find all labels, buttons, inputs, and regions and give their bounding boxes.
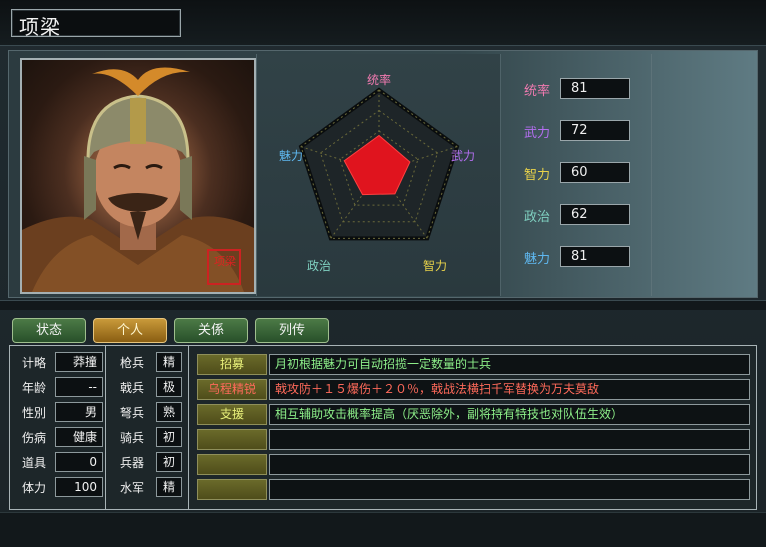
radar-axis-label: 统率	[367, 72, 391, 87]
troop-aptitude: 极	[156, 377, 182, 397]
skill-row[interactable]	[197, 479, 752, 500]
character-screen: 项梁 项梁 统率 武力 智力 政治 魅力 统率 81 武力 72 智力 60 政…	[0, 0, 766, 547]
character-portrait: 项梁	[20, 58, 256, 294]
skill-name	[197, 454, 267, 475]
bottom-strip	[0, 512, 766, 547]
attribute-label: 道具	[21, 456, 46, 470]
skill-description	[269, 454, 750, 475]
radar-axis-label: 魅力	[279, 148, 303, 163]
character-name-box: 项梁	[11, 9, 181, 39]
skill-description: 戟攻防＋１５爆伤＋２０％，戟战法横扫千军替换为万夫莫敌	[269, 379, 750, 400]
attribute-value: 健康	[55, 427, 103, 447]
stat-row: 武力 72	[520, 120, 640, 142]
stat-label: 政治	[523, 210, 550, 225]
stats-panel: 统率 81 武力 72 智力 60 政治 62 魅力 81	[502, 54, 652, 296]
radar-axis-label: 武力	[451, 149, 475, 163]
skill-description	[269, 429, 750, 450]
stats-radar-chart: 统率武力智力 政治 魅力	[279, 72, 475, 273]
stat-row: 统率 81	[520, 78, 640, 100]
skill-row[interactable]	[197, 454, 752, 475]
skill-row[interactable]	[197, 429, 752, 450]
seal-stamp: 项梁	[214, 255, 236, 268]
skill-description: 相互辅助攻击概率提高（厌恶除外，副将持有特技也对队伍生效）	[269, 404, 750, 425]
troop-label: 戟兵	[119, 381, 144, 395]
troop-aptitude: 初	[156, 452, 182, 472]
skill-name	[197, 479, 267, 500]
troop-label: 水军	[119, 481, 144, 495]
skill-row[interactable]: 招募 月初根据魅力可自动招揽一定数量的士兵	[197, 354, 752, 375]
stat-label: 统率	[523, 84, 550, 99]
attribute-value: 0	[55, 452, 103, 472]
skill-name: 支援	[197, 404, 267, 425]
troop-label: 枪兵	[119, 356, 144, 370]
attribute-label: 伤病	[21, 431, 46, 445]
troop-label: 弩兵	[119, 406, 144, 420]
tab-1[interactable]: 个人	[93, 318, 167, 343]
stat-value: 60	[560, 162, 630, 183]
troop-aptitude: 精	[156, 477, 182, 497]
column-divider	[188, 346, 189, 509]
tab-0[interactable]: 状态	[12, 318, 86, 343]
stat-row: 魅力 81	[520, 246, 640, 268]
stat-row: 政治 62	[520, 204, 640, 226]
skill-name	[197, 429, 267, 450]
skill-name: 乌程精锐	[197, 379, 267, 400]
stat-label: 魅力	[523, 252, 550, 267]
tab-2[interactable]: 关係	[174, 318, 248, 343]
troop-aptitude: 精	[156, 352, 182, 372]
attribute-value: 男	[55, 402, 103, 422]
skill-name: 招募	[197, 354, 267, 375]
tab-3[interactable]: 列传	[255, 318, 329, 343]
title-bar: 项梁	[0, 0, 766, 46]
troop-label: 骑兵	[119, 431, 144, 445]
stat-value: 81	[560, 78, 630, 99]
skill-row[interactable]: 乌程精锐 戟攻防＋１５爆伤＋２０％，戟战法横扫千军替换为万夫莫敌	[197, 379, 752, 400]
column-divider	[105, 346, 106, 509]
attribute-label: 计略	[21, 356, 46, 370]
attribute-value: 莽撞	[55, 352, 103, 372]
stat-label: 智力	[523, 168, 550, 183]
stat-label: 武力	[523, 126, 550, 141]
attribute-value: 100	[55, 477, 103, 497]
attribute-value: --	[55, 377, 103, 397]
stat-value: 72	[560, 120, 630, 141]
stat-row: 智力 60	[520, 162, 640, 184]
radar-axis-label: 政治	[307, 259, 331, 273]
radar-axis-label: 智力	[423, 258, 447, 273]
attribute-label: 性別	[21, 406, 46, 420]
skill-description	[269, 479, 750, 500]
stat-value: 62	[560, 204, 630, 225]
skill-description: 月初根据魅力可自动招揽一定数量的士兵	[269, 354, 750, 375]
attribute-label: 年龄	[21, 381, 46, 395]
troop-aptitude: 初	[156, 427, 182, 447]
troop-aptitude: 熟	[156, 402, 182, 422]
section-divider	[0, 300, 766, 310]
skill-row[interactable]: 支援 相互辅助攻击概率提高（厌恶除外，副将持有特技也对队伍生效）	[197, 404, 752, 425]
detail-panel: 计略 莽撞 年龄 -- 性別男伤病 健康 道具 0 体力 100 枪兵精戟兵极弩兵熟骑兵初兵器初水…	[9, 345, 757, 510]
troop-label: 兵器	[119, 456, 144, 470]
character-name: 项梁	[19, 15, 61, 39]
radar-panel: 统率武力智力 政治 魅力	[256, 54, 501, 296]
stat-value: 81	[560, 246, 630, 267]
attribute-label: 体力	[21, 481, 46, 495]
upper-panel: 项梁 统率 武力 智力 政治 魅力 统率 81 武力 72 智力 60 政治 62 魅力 81	[8, 50, 758, 298]
